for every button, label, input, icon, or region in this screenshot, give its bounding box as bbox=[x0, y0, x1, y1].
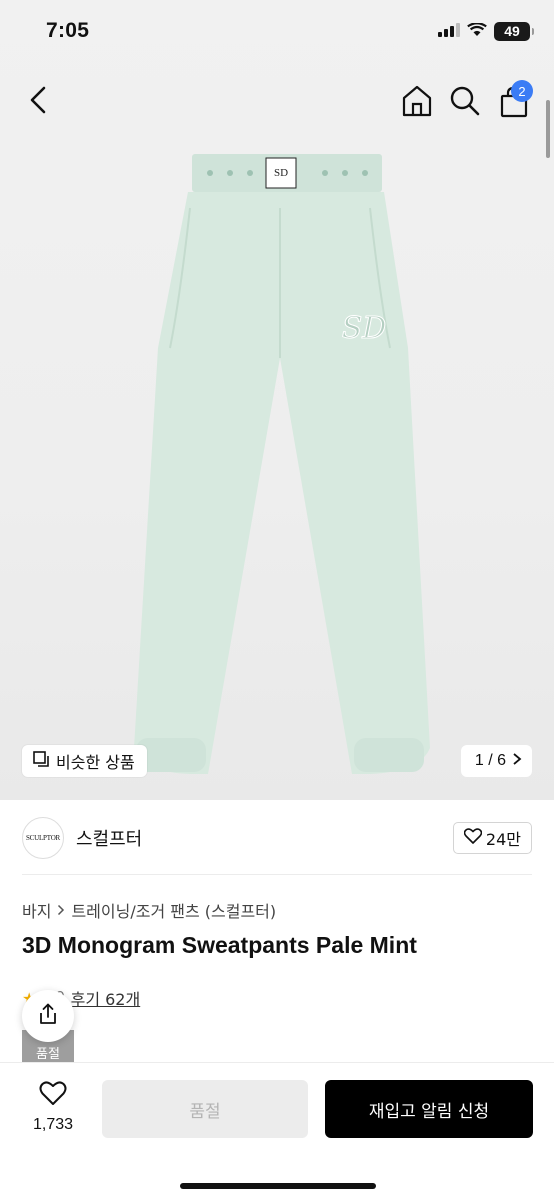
product-title: 3D Monogram Sweatpants Pale Mint bbox=[22, 932, 417, 958]
chevron-right-icon bbox=[57, 901, 65, 920]
top-nav: 2 bbox=[0, 72, 554, 128]
brand-like-button[interactable]: 24만 bbox=[452, 822, 532, 854]
breadcrumb-item-category[interactable]: 트레이닝/조거 팬츠 (스컬프터) bbox=[71, 898, 276, 922]
status-bar: 7:05 49 bbox=[0, 0, 554, 62]
product-gallery[interactable]: 2 SD SD 비슷한 상품 1 / 6 bbox=[0, 0, 554, 800]
search-icon[interactable] bbox=[446, 82, 484, 120]
similar-products-button[interactable]: 비슷한 상품 bbox=[22, 745, 147, 777]
share-button[interactable] bbox=[22, 990, 74, 1042]
cart-count-badge: 2 bbox=[511, 80, 533, 102]
brand-row[interactable]: SCULPTOR 스컬프터 24만 bbox=[22, 816, 532, 860]
image-counter-label: 1 / 6 bbox=[474, 752, 506, 769]
svg-text:SD: SD bbox=[342, 311, 387, 346]
breadcrumb-item-pants[interactable]: 바지 bbox=[22, 898, 51, 922]
similar-icon bbox=[32, 750, 50, 772]
back-icon[interactable] bbox=[22, 82, 58, 118]
buy-button[interactable]: 품절 bbox=[102, 1080, 308, 1138]
wish-count: 1,733 bbox=[32, 1116, 74, 1133]
cart-icon[interactable]: 2 bbox=[494, 80, 534, 122]
wifi-icon bbox=[467, 21, 487, 41]
breadcrumb: 바지 트레이닝/조거 팬츠 (스컬프터) bbox=[22, 898, 276, 922]
brand-logo[interactable]: SCULPTOR bbox=[22, 817, 64, 859]
share-icon bbox=[36, 1002, 60, 1030]
heart-icon bbox=[39, 1081, 67, 1110]
divider bbox=[22, 874, 532, 875]
home-indicator[interactable] bbox=[180, 1183, 376, 1189]
status-icons: 49 bbox=[438, 21, 534, 41]
svg-text:SD: SD bbox=[274, 167, 288, 179]
signal-icon bbox=[438, 22, 460, 41]
status-time: 7:05 bbox=[46, 19, 90, 42]
similar-products-label: 비슷한 상품 bbox=[56, 753, 135, 772]
wish-button[interactable]: 1,733 bbox=[22, 1081, 84, 1141]
product-image[interactable]: SD SD bbox=[130, 148, 430, 778]
bottom-action-bar: 1,733 품절 재입고 알림 신청 bbox=[0, 1062, 554, 1200]
image-counter[interactable]: 1 / 6 bbox=[460, 745, 532, 777]
battery-icon: 49 bbox=[494, 21, 534, 41]
brand-like-count: 24만 bbox=[485, 830, 521, 849]
brand-name[interactable]: 스컬프터 bbox=[76, 825, 142, 851]
chevron-right-icon bbox=[512, 752, 522, 771]
home-icon[interactable] bbox=[398, 82, 436, 120]
review-count-link[interactable]: 후기 62개 bbox=[71, 986, 141, 1010]
heart-icon bbox=[463, 828, 483, 848]
restock-alert-button[interactable]: 재입고 알림 신청 bbox=[325, 1080, 533, 1138]
